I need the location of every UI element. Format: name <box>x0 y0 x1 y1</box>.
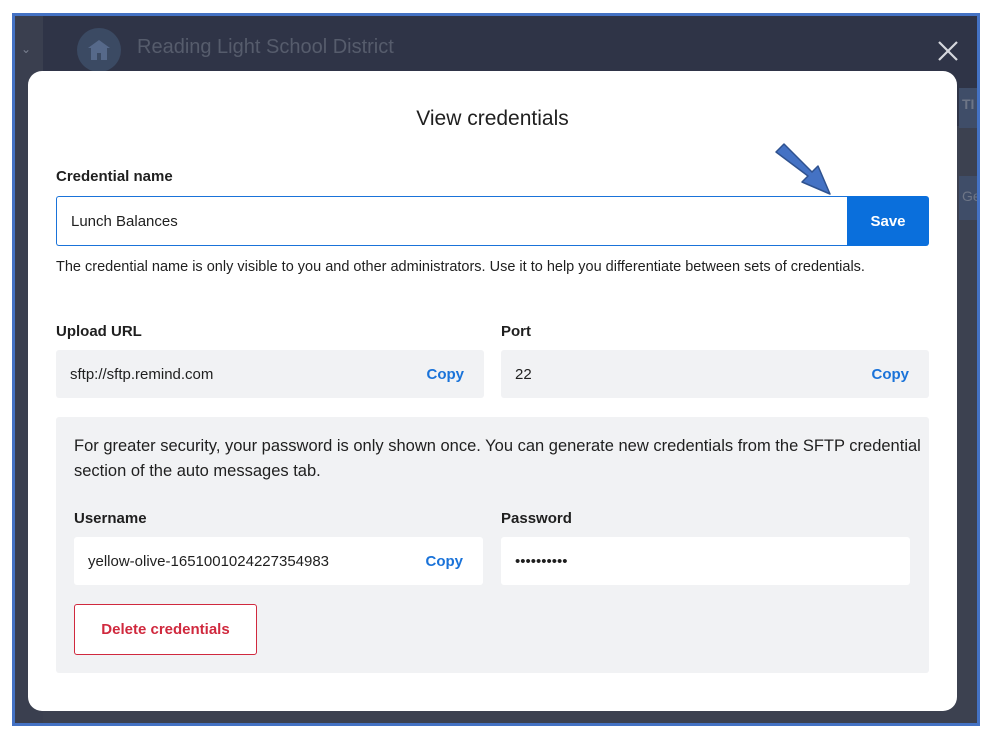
close-icon[interactable] <box>933 36 963 66</box>
credential-name-label: Credential name <box>56 168 173 185</box>
credential-name-input[interactable] <box>56 196 848 246</box>
save-button[interactable]: Save <box>847 196 929 246</box>
modal-title: View credentials <box>416 107 569 130</box>
username-field: yellow-olive-1651001024227354983 Copy <box>74 537 483 585</box>
upload-url-field: sftp://sftp.remind.com Copy <box>56 350 484 398</box>
password-field: •••••••••• <box>501 537 910 585</box>
port-label: Port <box>501 323 531 340</box>
org-name: Reading Light School District <box>137 36 394 58</box>
background-tab-label: TI <box>962 96 975 112</box>
port-value[interactable]: 22 <box>515 366 532 383</box>
school-icon <box>88 40 110 60</box>
port-field: 22 Copy <box>501 350 929 398</box>
copy-upload-url-button[interactable]: Copy <box>427 366 465 383</box>
security-note: For greater security, your password is o… <box>74 437 921 480</box>
upload-url-value[interactable]: sftp://sftp.remind.com <box>70 366 213 383</box>
password-label: Password <box>501 510 572 527</box>
upload-url-label: Upload URL <box>56 323 142 340</box>
chevron-down-icon[interactable]: ⌄ <box>21 42 31 56</box>
delete-credentials-button[interactable]: Delete credentials <box>74 604 257 655</box>
district-logo <box>77 28 121 72</box>
copy-port-button[interactable]: Copy <box>872 366 910 383</box>
password-value[interactable]: •••••••••• <box>515 553 568 570</box>
annotation-arrow-icon <box>775 143 831 195</box>
security-panel: For greater security, your password is o… <box>56 417 929 673</box>
credential-name-helper: The credential name is only visible to y… <box>56 259 865 275</box>
username-value[interactable]: yellow-olive-1651001024227354983 <box>88 553 329 570</box>
username-label: Username <box>74 510 147 527</box>
background-button-label: Ge <box>962 188 980 204</box>
copy-username-button[interactable]: Copy <box>426 553 464 570</box>
